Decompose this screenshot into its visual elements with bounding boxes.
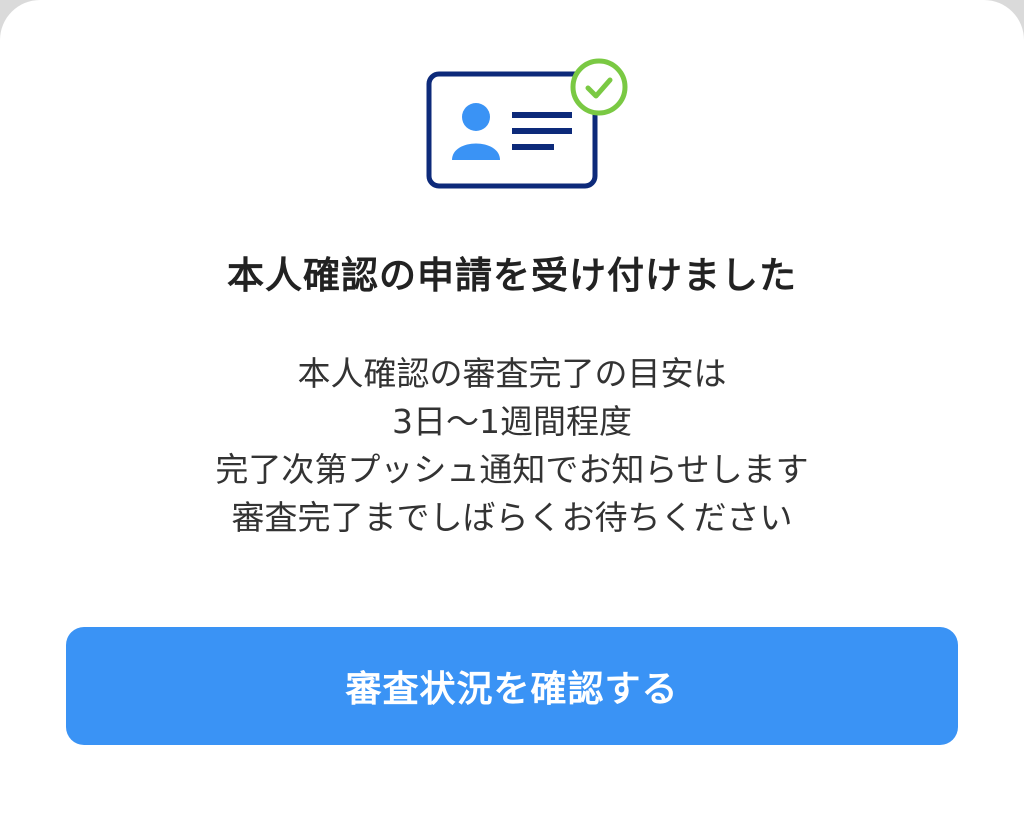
- dialog-title: 本人確認の申請を受け付けました: [227, 254, 797, 297]
- id-card-check-icon: [426, 58, 628, 189]
- message-line: 本人確認の審査完了の目安は: [297, 354, 727, 393]
- dialog-message: 本人確認の審査完了の目安は 3日〜1週間程度 完了次第プッシュ通知でお知らせしま…: [0, 350, 1024, 542]
- message-line: 3日〜1週間程度: [392, 402, 632, 441]
- modal-sheet: 本人確認の申請を受け付けました 本人確認の審査完了の目安は 3日〜1週間程度 完…: [0, 0, 1024, 839]
- message-line: 完了次第プッシュ通知でお知らせします: [215, 450, 809, 489]
- check-review-status-button[interactable]: 審査状況を確認する: [66, 627, 958, 745]
- message-line: 審査完了までしばらくお待ちください: [231, 498, 793, 537]
